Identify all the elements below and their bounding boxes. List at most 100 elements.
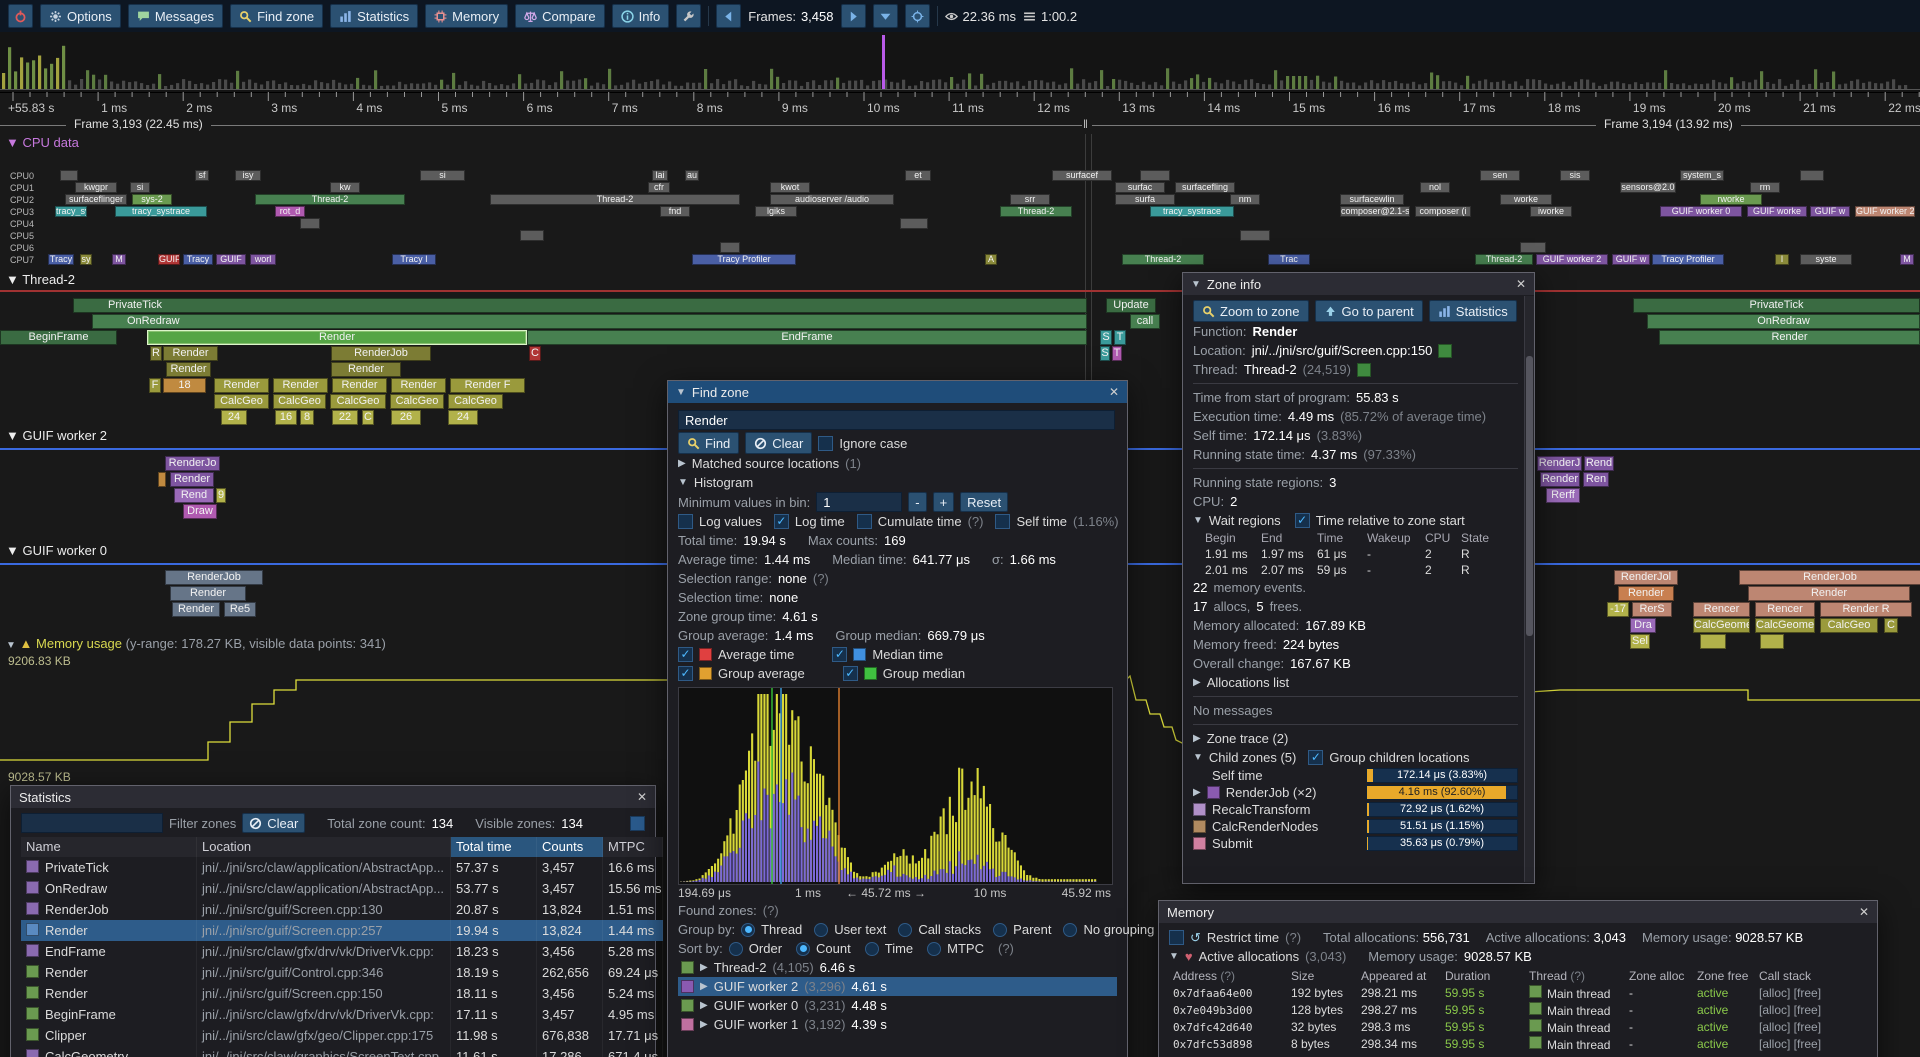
- zone-guif-worke[interactable]: GUIF worke: [1747, 206, 1807, 217]
- close-icon[interactable]: ✕: [1859, 905, 1869, 919]
- child-zone-recalctransform[interactable]: RecalcTransform72.92 μs (1.62%): [1193, 801, 1518, 818]
- table-row-mtpc[interactable]: 671.4 μs: [603, 1046, 663, 1057]
- search-input[interactable]: [678, 410, 1115, 430]
- thread-header-guif-worker-0[interactable]: ▼ GUIF worker 0: [6, 543, 107, 558]
- collapse-arrow-icon[interactable]: ▼: [1193, 511, 1203, 530]
- zone-audioserver-audio[interactable]: audioserver /audio: [770, 194, 894, 205]
- table-row-total-time[interactable]: 57.37 s: [451, 857, 537, 878]
- zone-calcgeo[interactable]: CalcGeo: [214, 394, 269, 409]
- zone-rend[interactable]: Rend: [1584, 456, 1614, 471]
- zone-18[interactable]: 18: [163, 378, 206, 393]
- column-header-name[interactable]: Name: [21, 837, 197, 857]
- zone-calcgeo[interactable]: CalcGeo: [1820, 618, 1878, 633]
- table-row-location[interactable]: jni/../jni/src/guif/Screen.cpp:257: [197, 920, 451, 941]
- column-header-location[interactable]: Location: [197, 837, 451, 857]
- expand-arrow-icon[interactable]: ▶: [700, 996, 708, 1015]
- zone-worl[interactable]: worl: [250, 254, 276, 265]
- expand-arrow-icon[interactable]: ▶: [1193, 787, 1201, 798]
- zone-render[interactable]: Render: [391, 378, 446, 393]
- option-checkbox-cumulate-time[interactable]: [857, 514, 872, 529]
- zone-rot-d[interactable]: rot_d: [275, 206, 305, 217]
- zone-t[interactable]: T: [1112, 346, 1122, 361]
- zone-lgiks[interactable]: lgiks: [755, 206, 797, 217]
- zone-renderj[interactable]: RenderJ: [1537, 456, 1582, 471]
- zone-nm[interactable]: nm: [1230, 194, 1260, 205]
- zone-24[interactable]: 24: [221, 410, 247, 425]
- table-row-counts[interactable]: 13,824: [537, 899, 603, 920]
- zone-zone[interactable]: [1240, 230, 1270, 241]
- zone-zone[interactable]: [720, 242, 740, 253]
- column-header-mtpc[interactable]: MTPC: [603, 837, 663, 857]
- find-zone-titlebar[interactable]: ▼ Find zone ✕: [668, 381, 1127, 403]
- filter-input[interactable]: [21, 813, 163, 833]
- min-bin-input[interactable]: [816, 492, 902, 512]
- table-row-mtpc[interactable]: 5.24 ms: [603, 983, 663, 1004]
- zone-si[interactable]: si: [420, 170, 465, 181]
- collapse-arrow-icon[interactable]: ▼: [1191, 279, 1201, 290]
- zone-sen[interactable]: sen: [1480, 170, 1520, 181]
- zone-kwgpr[interactable]: kwgpr: [75, 182, 117, 193]
- child-zone-renderjob-2[interactable]: ▶RenderJob (×2)4.16 ms (92.60%): [1193, 784, 1518, 801]
- zone-rend[interactable]: Rend: [174, 488, 214, 503]
- radio-count[interactable]: [796, 942, 810, 956]
- zone-onredraw[interactable]: OnRedraw: [92, 314, 1087, 329]
- zone-render[interactable]: Render: [331, 362, 401, 377]
- zone-guif[interactable]: GUIF: [158, 254, 180, 265]
- zone-surfacewlin[interactable]: surfacewlin: [1340, 194, 1404, 205]
- child-zone-calcrendernodes[interactable]: CalcRenderNodes51.51 μs (1.15%): [1193, 818, 1518, 835]
- table-row-counts[interactable]: 13,824: [537, 920, 603, 941]
- zone-kw[interactable]: kw: [330, 182, 360, 193]
- zone-f[interactable]: F: [149, 378, 161, 393]
- zone-info-titlebar[interactable]: ▼ Zone info ✕: [1183, 273, 1534, 295]
- column-header-appeared-at[interactable]: Appeared at: [1357, 968, 1441, 985]
- zone-s[interactable]: S: [1100, 330, 1112, 345]
- zone-renderjol[interactable]: RenderJol: [1614, 570, 1678, 585]
- option-checkbox-log-time[interactable]: ✓: [774, 514, 789, 529]
- zone-thread-2[interactable]: Thread-2: [1475, 254, 1533, 265]
- zone-c[interactable]: C: [362, 410, 374, 425]
- table-row-name[interactable]: Render: [21, 983, 197, 1004]
- table-row-counts[interactable]: 3,457: [537, 878, 603, 899]
- thread-header-thread-2[interactable]: ▼ Thread-2: [6, 272, 75, 287]
- found-group-guif-worker-0[interactable]: ▶GUIF worker 0(3,231)4.48 s: [678, 996, 1117, 1015]
- zone-render-r[interactable]: Render R: [1820, 602, 1912, 617]
- zone-sf[interactable]: sf: [195, 170, 209, 181]
- zone-tracy-systrace[interactable]: tracy_systrace: [115, 206, 207, 217]
- column-header-total-time[interactable]: Total time: [451, 837, 537, 857]
- zone-9[interactable]: 9: [216, 488, 226, 503]
- zone-au[interactable]: au: [685, 170, 699, 181]
- zone-update[interactable]: Update: [1106, 298, 1156, 313]
- table-row-mtpc[interactable]: 1.44 ms: [603, 920, 663, 941]
- statistics-titlebar[interactable]: Statistics ✕: [11, 786, 655, 808]
- zone-zone[interactable]: [1760, 634, 1784, 649]
- zone-zone[interactable]: [60, 170, 78, 181]
- table-row-location[interactable]: jni/../jni/src/guif/Control.cpp:346: [197, 962, 451, 983]
- zone-tracy-profiler[interactable]: Tracy Profiler: [1652, 254, 1724, 265]
- zone-i[interactable]: I: [1775, 254, 1789, 265]
- collapse-arrow-icon[interactable]: ▼: [6, 640, 16, 651]
- zone-composer-2-1-se-hw[interactable]: composer@2.1-se (HW: [1340, 206, 1410, 217]
- decrement-button[interactable]: -: [908, 492, 926, 512]
- table-row-name[interactable]: Render: [21, 962, 197, 983]
- zone-cfr[interactable]: cfr: [648, 182, 670, 193]
- zone-render[interactable]: Render: [1618, 586, 1674, 601]
- zone-worke[interactable]: worke: [1500, 194, 1552, 205]
- zone-surfac[interactable]: surfac: [1115, 182, 1165, 193]
- zone-endframe[interactable]: EndFrame: [527, 330, 1087, 345]
- group-children-checkbox[interactable]: ✓: [1308, 750, 1323, 765]
- zone-syste[interactable]: syste: [1800, 254, 1852, 265]
- zone-iworke[interactable]: iworke: [1530, 206, 1572, 217]
- clear-button[interactable]: Clear: [745, 432, 812, 454]
- zone-zone[interactable]: [158, 472, 166, 487]
- table-row-counts[interactable]: 3,457: [537, 857, 603, 878]
- table-row-name[interactable]: CalcGeometry: [21, 1046, 197, 1057]
- zone-a[interactable]: A: [985, 254, 997, 265]
- zone-thread-2[interactable]: Thread-2: [1122, 254, 1204, 265]
- close-icon[interactable]: ✕: [1516, 277, 1526, 291]
- table-row-mtpc[interactable]: 17.71 μs: [603, 1025, 663, 1046]
- table-row-name[interactable]: EndFrame: [21, 941, 197, 962]
- column-header-duration[interactable]: Duration: [1441, 968, 1525, 985]
- table-row-name[interactable]: Render: [21, 920, 197, 941]
- zone-render[interactable]: Render: [332, 378, 387, 393]
- scrollbar-button[interactable]: [630, 816, 645, 831]
